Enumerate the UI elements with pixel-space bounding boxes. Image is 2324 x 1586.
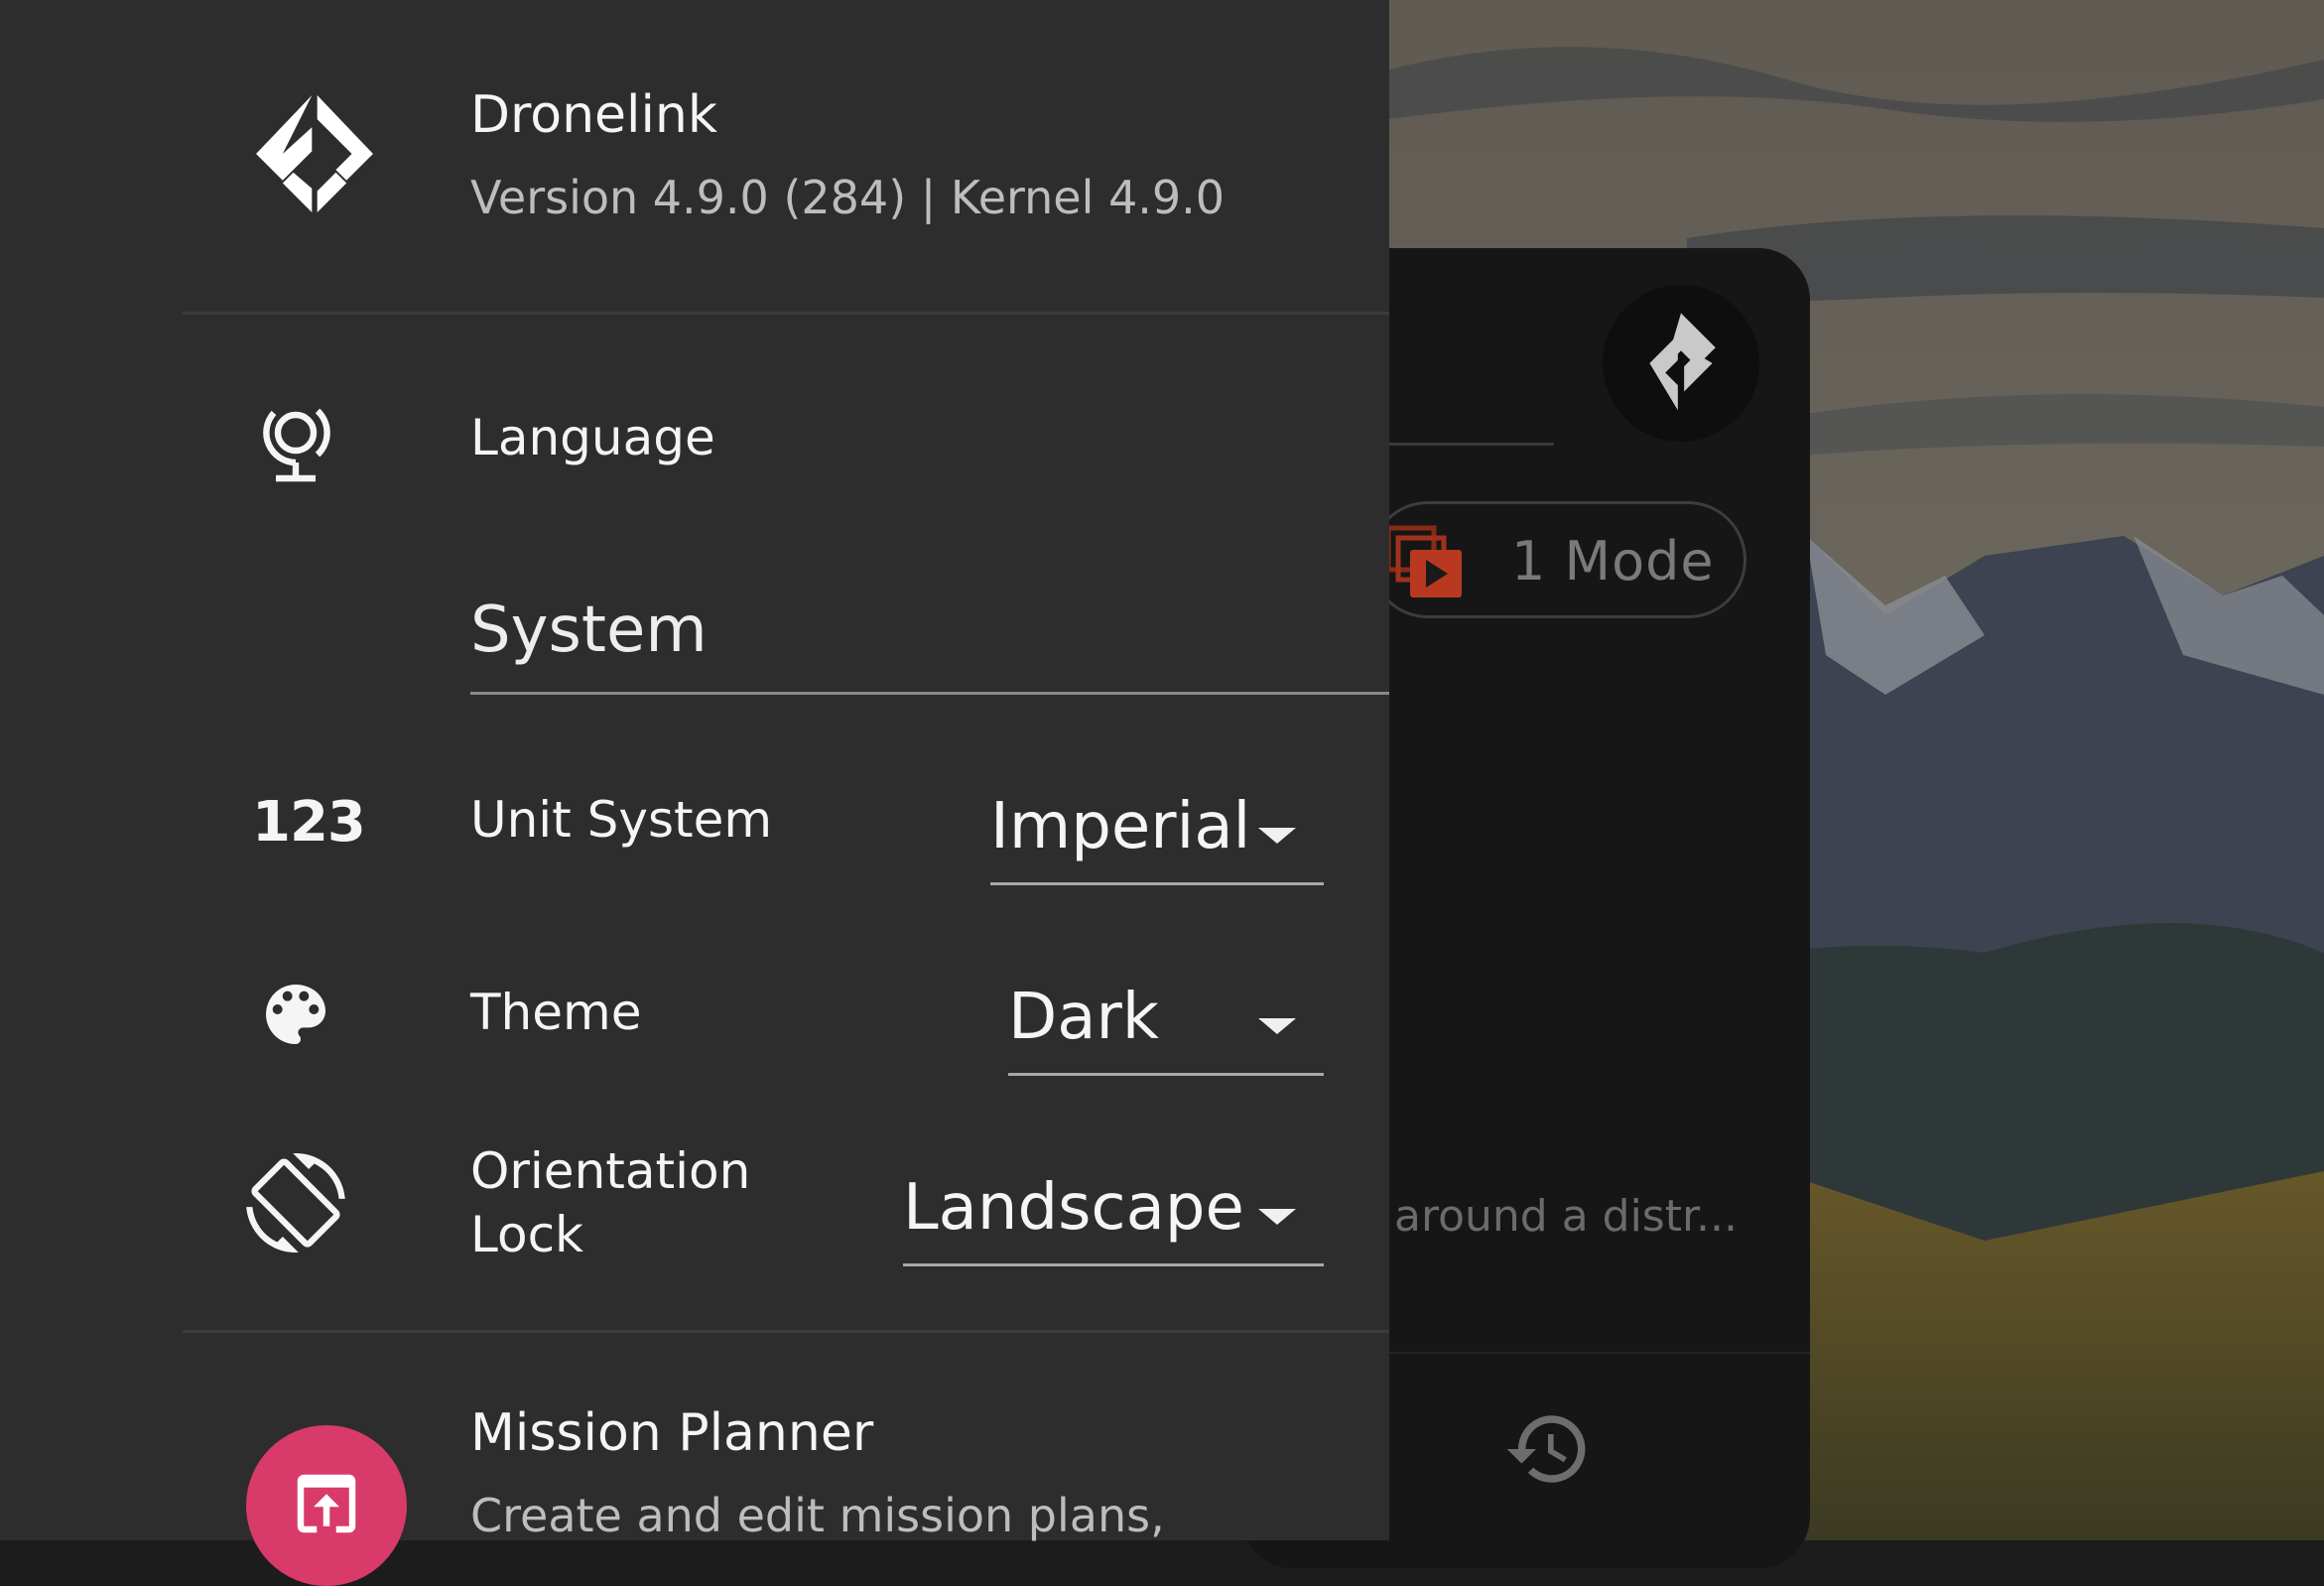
- unit-system-label: Unit System: [470, 791, 773, 849]
- unit-system-dropdown[interactable]: Imperial: [990, 790, 1324, 885]
- mode-button[interactable]: 1 Mode: [1369, 501, 1746, 618]
- system-section-title: System: [470, 594, 708, 667]
- orientation-lock-label-line2: Lock: [470, 1206, 584, 1263]
- mission-planner-title[interactable]: Mission Planner: [470, 1403, 873, 1463]
- theme-dropdown[interactable]: Dark: [1008, 981, 1324, 1076]
- chevron-down-icon: [1258, 1209, 1296, 1225]
- app-name: Dronelink: [470, 85, 718, 145]
- screen-rotation-icon: [246, 1153, 345, 1253]
- card-description: around a distr...: [1394, 1191, 1738, 1242]
- orientation-lock-label-line1: Orientation: [470, 1142, 751, 1200]
- numbers-123-icon: 123: [252, 790, 366, 855]
- mission-planner-description: Create and edit mission plans,: [470, 1489, 1165, 1542]
- palette-icon: [266, 985, 325, 1044]
- language-setting[interactable]: Language: [470, 409, 715, 466]
- chevron-down-icon: [1258, 828, 1296, 844]
- mode-label: 1 Mode: [1511, 530, 1715, 593]
- unit-system-value: Imperial: [990, 790, 1251, 863]
- mission-upload-icon: [297, 1474, 356, 1533]
- theme-value: Dark: [1008, 981, 1159, 1054]
- header-divider: [183, 312, 1389, 315]
- globe-icon: [263, 408, 330, 482]
- orientation-lock-dropdown[interactable]: Landscape: [903, 1171, 1324, 1266]
- mission-planner-button[interactable]: [246, 1425, 407, 1586]
- app-version: Version 4.9.0 (284) | Kernel 4.9.0: [470, 171, 1226, 224]
- settings-divider: [183, 1330, 1389, 1333]
- settings-drawer: Dronelink Version 4.9.0 (284) | Kernel 4…: [0, 0, 1389, 1586]
- theme-label: Theme: [470, 984, 642, 1041]
- orientation-lock-value: Landscape: [903, 1171, 1244, 1245]
- media-mode-icon: [1385, 525, 1462, 597]
- card-logo-icon[interactable]: [1603, 285, 1759, 442]
- dronelink-logo-icon: [256, 95, 373, 212]
- chevron-down-icon: [1258, 1018, 1296, 1034]
- history-icon[interactable]: [1503, 1404, 1593, 1494]
- system-section-underline: [470, 692, 1389, 695]
